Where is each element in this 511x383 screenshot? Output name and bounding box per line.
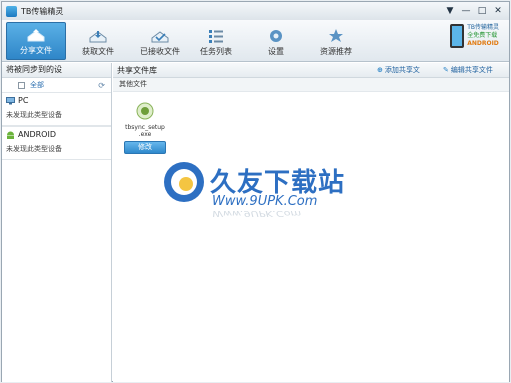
shared-library-panel: 共享文件库 ⊕ 添加共享文 ✎ 编辑共享文件 其他文件 tbsync_setup .… xyxy=(113,63,509,382)
title-bar: TB传输精灵 ▼ — □ ✕ xyxy=(2,2,509,20)
brand-line2: 全免费下载 xyxy=(467,32,498,39)
monitor-icon xyxy=(6,96,15,104)
close-button[interactable]: ✕ xyxy=(491,4,505,17)
tab-recommended[interactable]: 资源推荐 xyxy=(306,22,366,60)
device-group-android: ANDROID 未发现此类型设备 xyxy=(2,126,111,160)
device-group-header[interactable]: PC xyxy=(2,93,111,108)
main-header-title: 共享文件库 xyxy=(117,65,157,75)
tab-received-files-label: 已接收文件 xyxy=(140,47,180,56)
tab-task-list-label: 任务列表 xyxy=(200,47,232,56)
download-icon xyxy=(89,31,107,43)
edit-icon: ✎ xyxy=(443,66,449,74)
app-window: TB传输精灵 ▼ — □ ✕ 分享文件 获取文件 已接收文件 任务列表 设置 资… xyxy=(1,1,510,382)
tab-get-files-label: 获取文件 xyxy=(82,47,114,56)
watermark-url-reflection: Www.9UPK.Com xyxy=(212,208,302,219)
main-header: 共享文件库 ⊕ 添加共享文 ✎ 编辑共享文件 xyxy=(113,63,509,78)
device-sidebar: 将被同步到的设 全部 ⟳ PC 未发现此类型设备 ANDROID 未发现此类型设… xyxy=(2,63,112,382)
file-tile[interactable]: tbsync_setup .exe 修改 xyxy=(123,101,167,154)
gear-icon xyxy=(270,30,282,42)
add-icon: ⊕ xyxy=(377,66,383,74)
add-share-button[interactable]: ⊕ 添加共享文 xyxy=(377,65,420,75)
device-group-pc: PC 未发现此类型设备 xyxy=(2,92,111,126)
tab-settings-label: 设置 xyxy=(268,47,284,56)
sidebar-header: 将被同步到的设 xyxy=(2,63,111,78)
brand-line1: TB传输精灵 xyxy=(467,24,499,31)
phone-icon xyxy=(450,24,465,48)
refresh-icon[interactable]: ⟳ xyxy=(98,81,105,90)
device-group-note: 未发现此类型设备 xyxy=(2,108,111,126)
watermark-url: Www.9UPK.Com xyxy=(212,194,318,209)
minimize-button[interactable]: — xyxy=(459,4,473,17)
file-extension: .exe xyxy=(138,131,152,138)
add-share-label: 添加共享文 xyxy=(384,66,420,74)
received-icon xyxy=(151,31,169,43)
maximize-button[interactable]: □ xyxy=(475,4,489,17)
share-icon xyxy=(27,29,45,42)
device-group-title: ANDROID xyxy=(18,130,56,139)
list-icon xyxy=(209,30,223,43)
window-controls: ▼ — □ ✕ xyxy=(443,4,505,17)
tab-received-files[interactable]: 已接收文件 xyxy=(130,22,190,60)
watermark: 久友下载站 Www.9UPK.Com Www.9UPK.Com xyxy=(162,160,352,222)
app-icon xyxy=(6,5,17,17)
tab-settings[interactable]: 设置 xyxy=(246,22,306,60)
select-all-checkbox[interactable] xyxy=(18,81,25,89)
edit-share-label: 编辑共享文件 xyxy=(450,66,493,74)
brand-logo: TB传输精灵 全免费下载 ANDROID xyxy=(450,24,499,48)
edit-share-button[interactable]: ✎ 编辑共享文件 xyxy=(443,65,493,75)
installer-file-icon xyxy=(136,102,154,120)
device-group-note: 未发现此类型设备 xyxy=(2,142,111,160)
select-all-label[interactable]: 全部 xyxy=(30,80,44,90)
watermark-logo-icon xyxy=(164,162,204,202)
tab-share-files-label: 分享文件 xyxy=(20,46,52,55)
device-group-title: PC xyxy=(18,96,29,105)
star-icon xyxy=(329,29,343,42)
window-title: TB传输精灵 xyxy=(21,6,64,16)
other-files-header: 其他文件 xyxy=(113,78,509,92)
device-group-header[interactable]: ANDROID xyxy=(2,127,111,142)
brand-line3: ANDROID xyxy=(467,40,499,47)
select-all-row: 全部 ⟳ xyxy=(2,78,111,92)
tab-task-list[interactable]: 任务列表 xyxy=(186,22,246,60)
tab-share-files[interactable]: 分享文件 xyxy=(6,22,66,60)
modify-button[interactable]: 修改 xyxy=(124,141,166,154)
tab-get-files[interactable]: 获取文件 xyxy=(68,22,128,60)
android-icon xyxy=(7,131,14,139)
tab-recommended-label: 资源推荐 xyxy=(320,47,352,56)
file-name: tbsync_setup xyxy=(125,124,165,131)
menu-dropdown-button[interactable]: ▼ xyxy=(443,4,457,17)
main-toolbar: 分享文件 获取文件 已接收文件 任务列表 设置 资源推荐 TB传输精灵 全免费下… xyxy=(2,20,509,62)
